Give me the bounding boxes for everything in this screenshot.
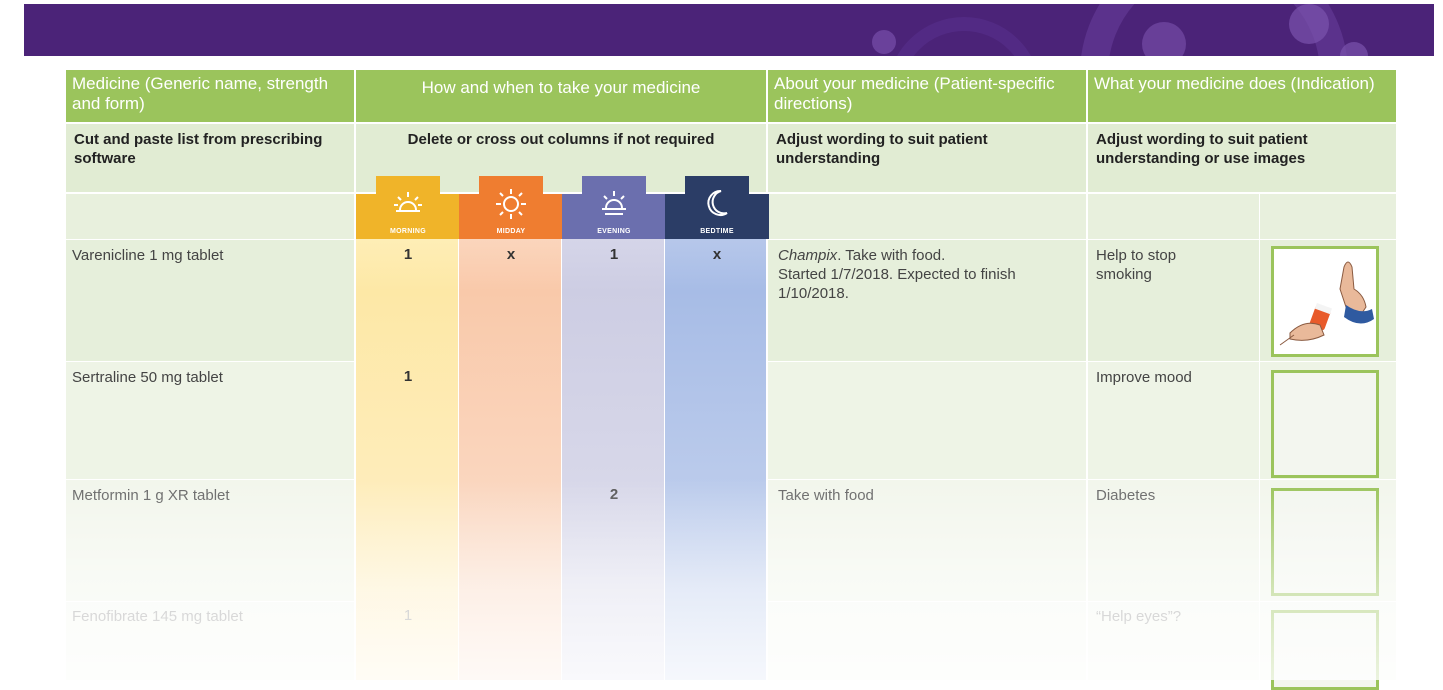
header-medicine: Medicine (Generic name, strength and for…	[66, 70, 354, 122]
medicine-name: Metformin 1 g XR tablet	[72, 487, 230, 504]
divider	[664, 239, 665, 680]
morning-tile: MORNING	[356, 176, 460, 239]
evening-column	[562, 194, 664, 680]
patient-directions: Champix. Take with food. Started 1/7/201…	[778, 247, 1016, 302]
indication-image-box	[1271, 370, 1379, 478]
banner-circles	[872, 4, 1368, 56]
evening-dose: 2	[609, 486, 619, 503]
divider	[1259, 194, 1260, 680]
divider	[561, 239, 562, 680]
evening-dose: 1	[609, 246, 619, 263]
indication: Diabetes	[1096, 487, 1156, 504]
sunrise-icon	[394, 192, 422, 212]
patient-directions: Take with food	[778, 487, 874, 504]
header-how-when: How and when to take your medicine	[356, 70, 766, 122]
moon-icon	[707, 189, 728, 216]
midday-dose: x	[506, 246, 516, 263]
bedtime-column	[665, 194, 767, 680]
morning-dose: 1	[403, 246, 413, 263]
indication-image-box	[1271, 610, 1379, 690]
subheader-medicine: Cut and paste list from prescribing soft…	[66, 124, 354, 192]
medicine-name: Sertraline 50 mg tablet	[72, 369, 223, 386]
decorative-banner	[24, 4, 1434, 56]
header-about: About your medicine (Patient-specific di…	[768, 70, 1086, 122]
subheader-indication: Adjust wording to suit patient understan…	[1088, 124, 1396, 192]
midday-tile: MIDDAY	[459, 176, 563, 239]
stop-smoking-illustration	[1279, 261, 1374, 346]
bedtime-dose: x	[712, 246, 722, 263]
morning-dose: 1	[403, 607, 413, 624]
sun-icon	[496, 189, 526, 219]
sunset-icon	[602, 191, 626, 215]
morning-label: MORNING	[390, 228, 426, 235]
midday-column	[459, 194, 561, 680]
bedtime-tile: BEDTIME	[665, 176, 769, 239]
medicine-name: Fenofibrate 145 mg tablet	[72, 608, 243, 625]
indication: “Help eyes”?	[1096, 608, 1182, 625]
indication-image-box	[1271, 246, 1379, 357]
medication-table: Medicine (Generic name, strength and for…	[66, 70, 1396, 690]
indication: Improve mood	[1096, 369, 1192, 386]
header-indication: What your medicine does (Indication)	[1088, 70, 1396, 122]
divider	[766, 70, 768, 680]
divider	[1086, 70, 1088, 680]
bedtime-label: BEDTIME	[700, 228, 734, 235]
evening-tile: EVENING	[562, 176, 666, 239]
subheader-about: Adjust wording to suit patient understan…	[768, 124, 1086, 192]
brand-name: Champix	[778, 247, 838, 264]
morning-dose: 1	[403, 368, 413, 385]
evening-label: EVENING	[597, 228, 631, 235]
indication-image-box	[1271, 488, 1379, 596]
medicine-name: Varenicline 1 mg tablet	[72, 247, 224, 264]
midday-label: MIDDAY	[496, 228, 526, 235]
indication: Help to stop smoking	[1096, 247, 1177, 283]
